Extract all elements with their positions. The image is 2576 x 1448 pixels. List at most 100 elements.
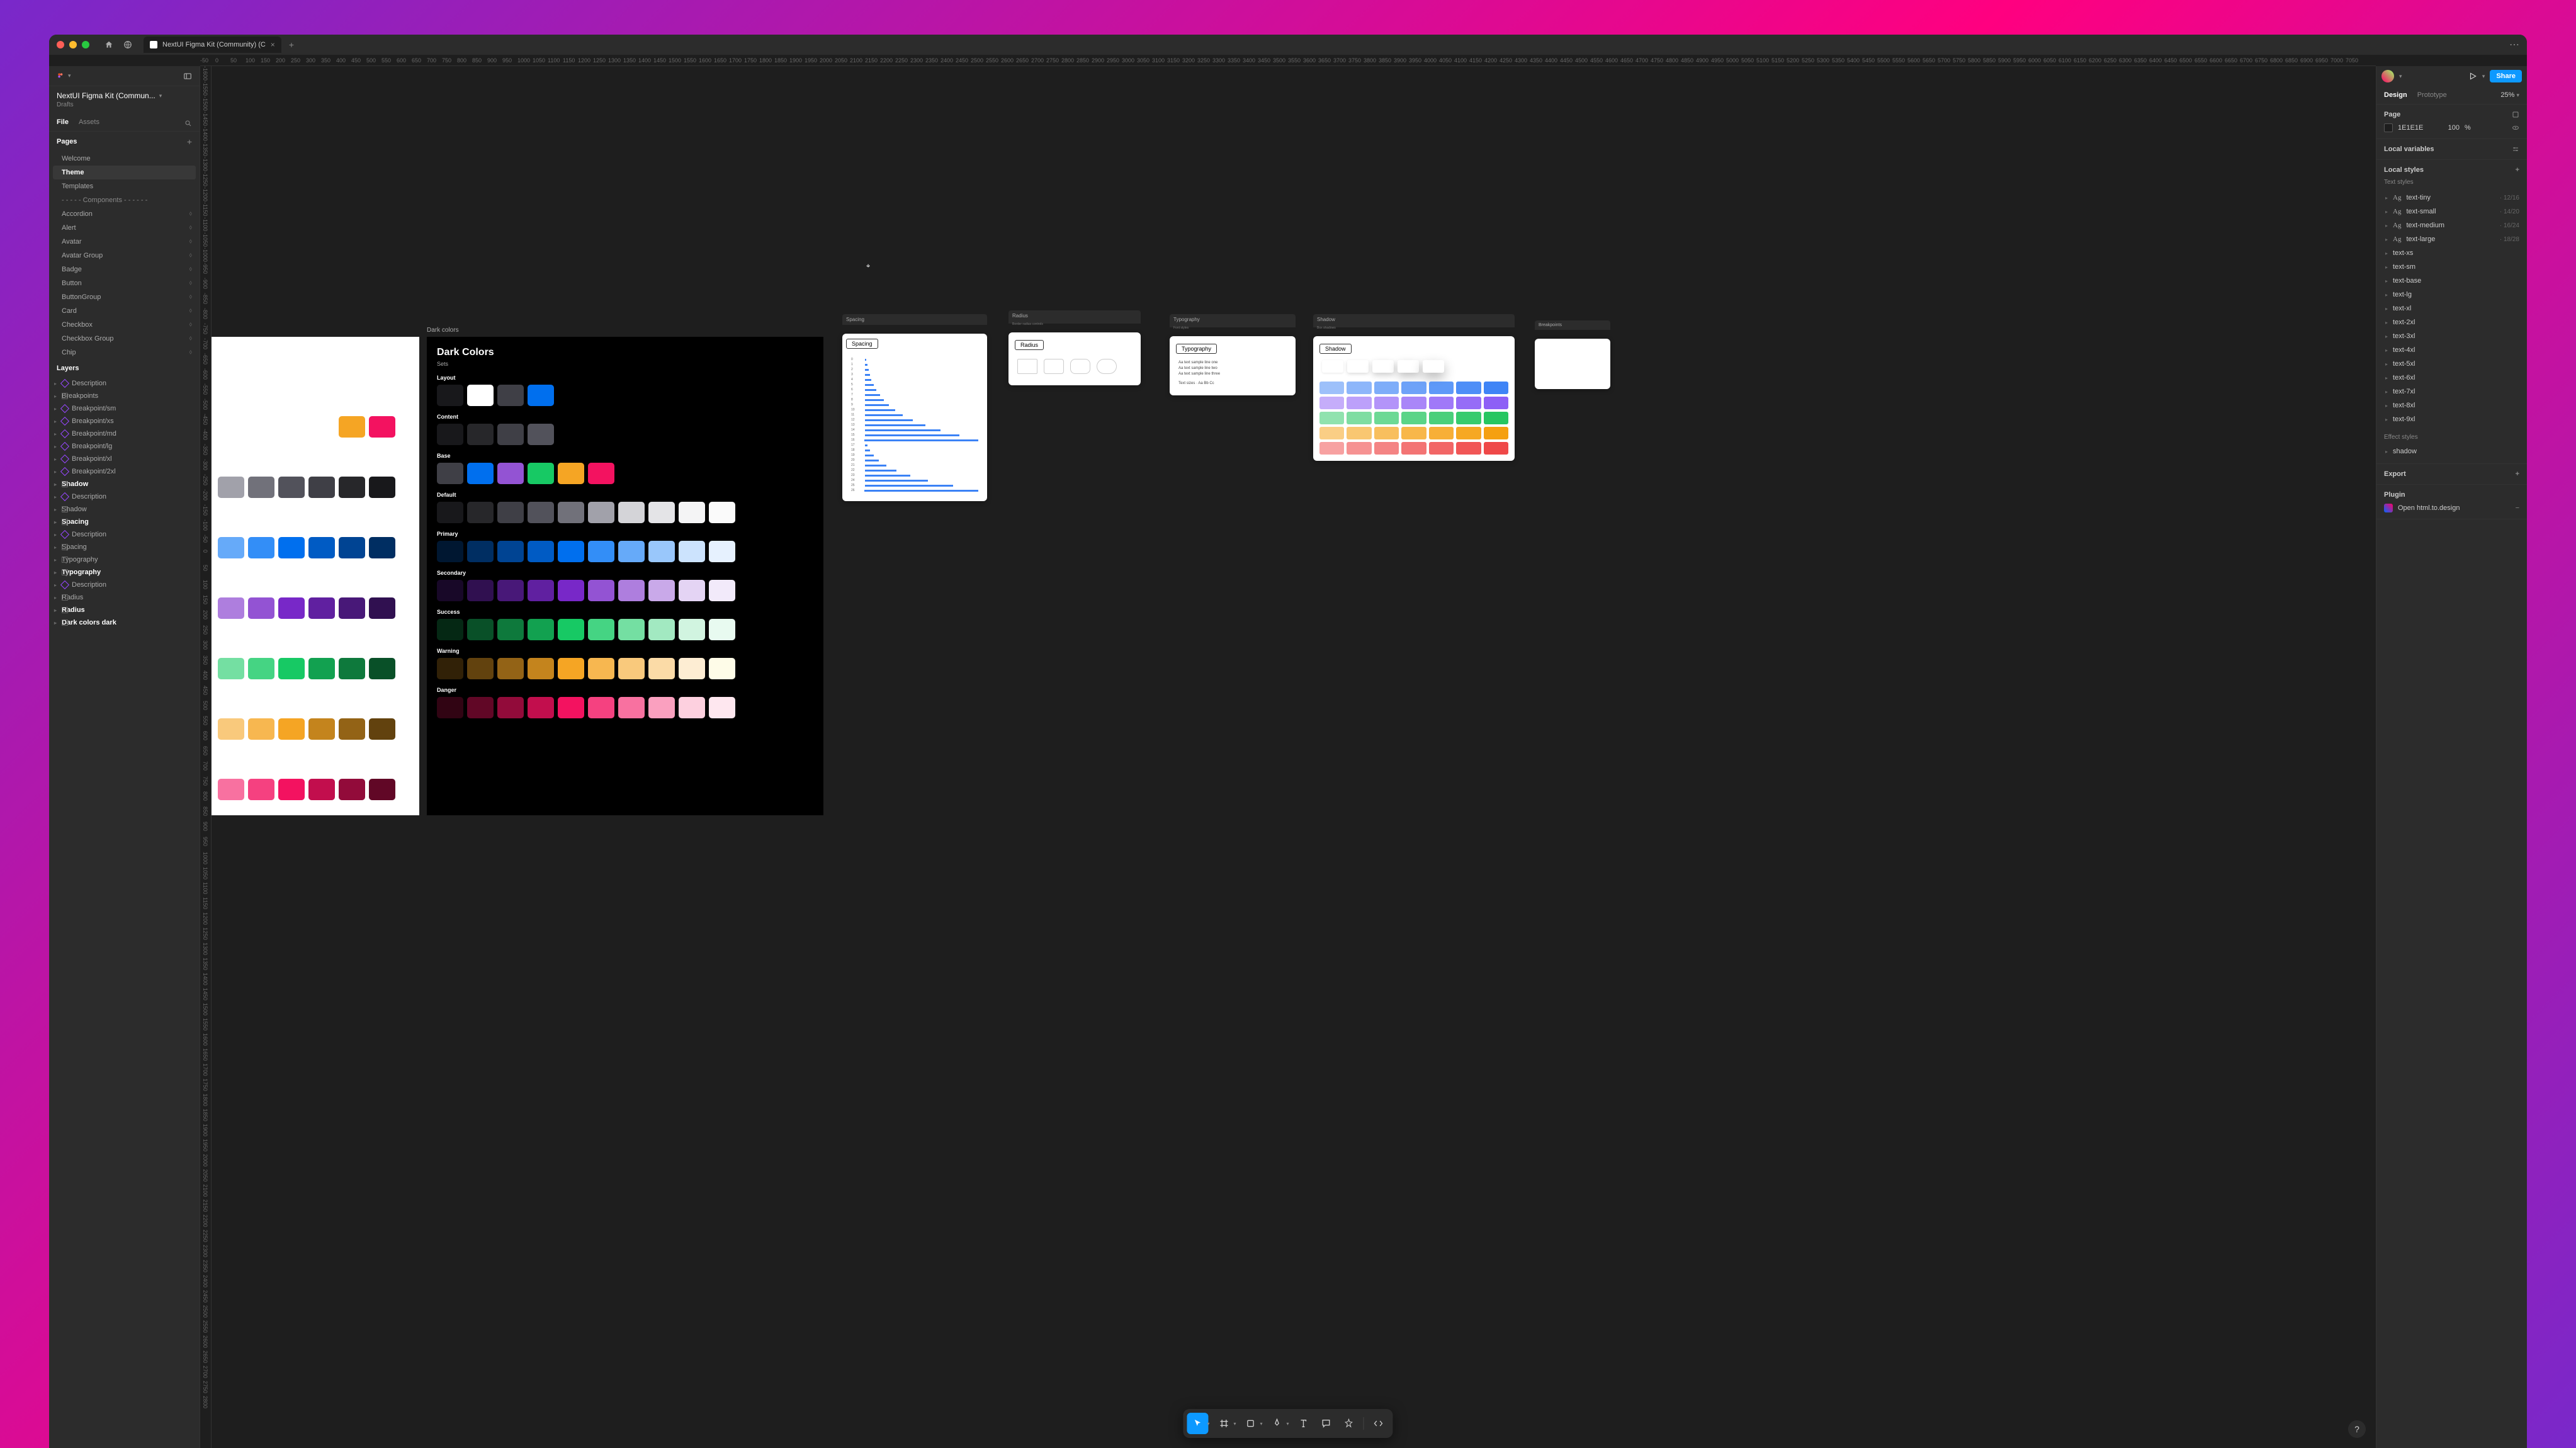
color-swatch[interactable] [588, 463, 614, 484]
shadow-swatch[interactable] [1401, 412, 1426, 424]
zoom-level[interactable]: 25% ▾ [2500, 91, 2519, 99]
text-style-item[interactable]: text-7xl [2384, 385, 2519, 399]
pen-tool[interactable] [1267, 1413, 1288, 1434]
shadow-swatch[interactable] [1374, 382, 1399, 394]
help-button[interactable]: ? [2348, 1420, 2366, 1438]
color-swatch[interactable] [679, 541, 705, 562]
color-swatch[interactable] [558, 619, 584, 640]
tab-prototype[interactable]: Prototype [2417, 86, 2447, 104]
color-swatch[interactable] [218, 779, 244, 800]
page-item[interactable]: Welcome [49, 152, 200, 166]
color-swatch[interactable] [618, 619, 645, 640]
shadow-swatch[interactable] [1429, 427, 1454, 439]
shadow-swatch[interactable] [1347, 442, 1371, 455]
actions-tool[interactable] [1338, 1413, 1360, 1434]
color-swatch[interactable] [497, 424, 524, 445]
share-button[interactable]: Share [2490, 70, 2522, 82]
canvas[interactable]: -1600-1550-1500-1450-1400-1350-1300-1250… [200, 66, 2376, 1448]
plugin-remove-button[interactable]: − [2516, 504, 2519, 512]
shadow-swatch[interactable] [1429, 442, 1454, 455]
page-settings-icon[interactable] [2512, 111, 2519, 118]
shadow-swatch[interactable] [1484, 382, 1508, 394]
move-tool[interactable] [1187, 1413, 1208, 1434]
color-swatch[interactable] [618, 697, 645, 718]
color-swatch[interactable] [467, 580, 494, 601]
color-swatch[interactable] [679, 658, 705, 679]
frame-spacing[interactable]: Spacing Spacing 012345678910111213141516… [842, 314, 987, 501]
page-item[interactable]: Theme [53, 166, 196, 179]
color-swatch[interactable] [588, 541, 614, 562]
color-swatch[interactable] [248, 537, 274, 558]
text-style-item[interactable]: text-lg [2384, 288, 2519, 302]
color-swatch[interactable] [308, 718, 335, 740]
color-swatch[interactable] [648, 658, 675, 679]
color-swatch[interactable] [278, 658, 305, 679]
color-swatch[interactable] [339, 718, 365, 740]
shadow-swatch[interactable] [1456, 412, 1481, 424]
color-swatch[interactable] [558, 580, 584, 601]
page-item[interactable]: Alert⬨ [49, 221, 200, 235]
local-variables-section[interactable]: Local variables [2376, 139, 2527, 160]
shadow-swatch[interactable] [1401, 427, 1426, 439]
shadow-swatch[interactable] [1347, 397, 1371, 409]
color-swatch[interactable] [467, 697, 494, 718]
shadow-swatch[interactable] [1319, 427, 1344, 439]
page-item[interactable]: Checkbox⬨ [49, 318, 200, 332]
layer-item[interactable]: Spacing [49, 516, 200, 528]
page-item[interactable]: - - - - - Components - - - - - - [49, 193, 200, 207]
layer-item[interactable]: Breakpoint/2xl [49, 465, 200, 478]
color-swatch[interactable] [558, 463, 584, 484]
file-tab[interactable]: NextUI Figma Kit (Community) (C × [144, 37, 281, 53]
color-swatch[interactable] [369, 718, 395, 740]
color-swatch[interactable] [467, 385, 494, 406]
shadow-swatch[interactable] [1456, 427, 1481, 439]
color-swatch[interactable] [497, 502, 524, 523]
page-opacity-input[interactable] [2441, 124, 2460, 132]
text-style-item[interactable]: text-3xl [2384, 329, 2519, 343]
layer-item[interactable]: Dark colors dark [49, 616, 200, 629]
color-swatch[interactable] [437, 658, 463, 679]
add-page-button[interactable]: + [187, 137, 192, 147]
color-swatch[interactable] [588, 697, 614, 718]
layer-item[interactable]: Breakpoint/xl [49, 453, 200, 465]
community-icon[interactable] [123, 40, 132, 49]
color-swatch[interactable] [558, 697, 584, 718]
text-tool[interactable] [1293, 1413, 1314, 1434]
text-style-item[interactable]: text-sm [2384, 260, 2519, 274]
color-swatch[interactable] [437, 697, 463, 718]
color-swatch[interactable] [558, 541, 584, 562]
shadow-swatch[interactable] [1484, 442, 1508, 455]
page-color-swatch[interactable] [2384, 123, 2393, 132]
layer-item[interactable]: Radius [49, 604, 200, 616]
color-swatch[interactable] [648, 502, 675, 523]
color-swatch[interactable] [467, 502, 494, 523]
page-item[interactable]: Templates [49, 179, 200, 193]
color-swatch[interactable] [278, 779, 305, 800]
color-swatch[interactable] [278, 718, 305, 740]
plugin-item[interactable]: Open html.to.design − [2384, 504, 2519, 512]
layer-item[interactable]: Typography [49, 566, 200, 579]
shadow-swatch[interactable] [1429, 382, 1454, 394]
close-tab-button[interactable]: × [271, 40, 275, 49]
shadow-swatch[interactable] [1429, 397, 1454, 409]
page-item[interactable]: ButtonGroup⬨ [49, 290, 200, 304]
color-swatch[interactable] [648, 580, 675, 601]
layer-item[interactable]: Description [49, 579, 200, 591]
color-swatch[interactable] [467, 463, 494, 484]
file-info[interactable]: NextUI Figma Kit (Commun... Drafts [49, 86, 200, 113]
color-swatch[interactable] [528, 424, 554, 445]
close-window-button[interactable] [57, 41, 64, 48]
color-swatch[interactable] [588, 658, 614, 679]
shadow-swatch[interactable] [1456, 442, 1481, 455]
color-swatch[interactable] [369, 779, 395, 800]
shadow-swatch[interactable] [1484, 412, 1508, 424]
color-swatch[interactable] [558, 658, 584, 679]
window-menu-button[interactable]: ⋯ [2509, 38, 2519, 51]
color-swatch[interactable] [369, 658, 395, 679]
frame-light-colors[interactable] [212, 337, 419, 815]
panel-toggle-icon[interactable] [183, 72, 192, 81]
color-swatch[interactable] [437, 619, 463, 640]
page-item[interactable]: Badge⬨ [49, 263, 200, 276]
layer-item[interactable]: Breakpoint/xs [49, 415, 200, 427]
color-swatch[interactable] [248, 779, 274, 800]
